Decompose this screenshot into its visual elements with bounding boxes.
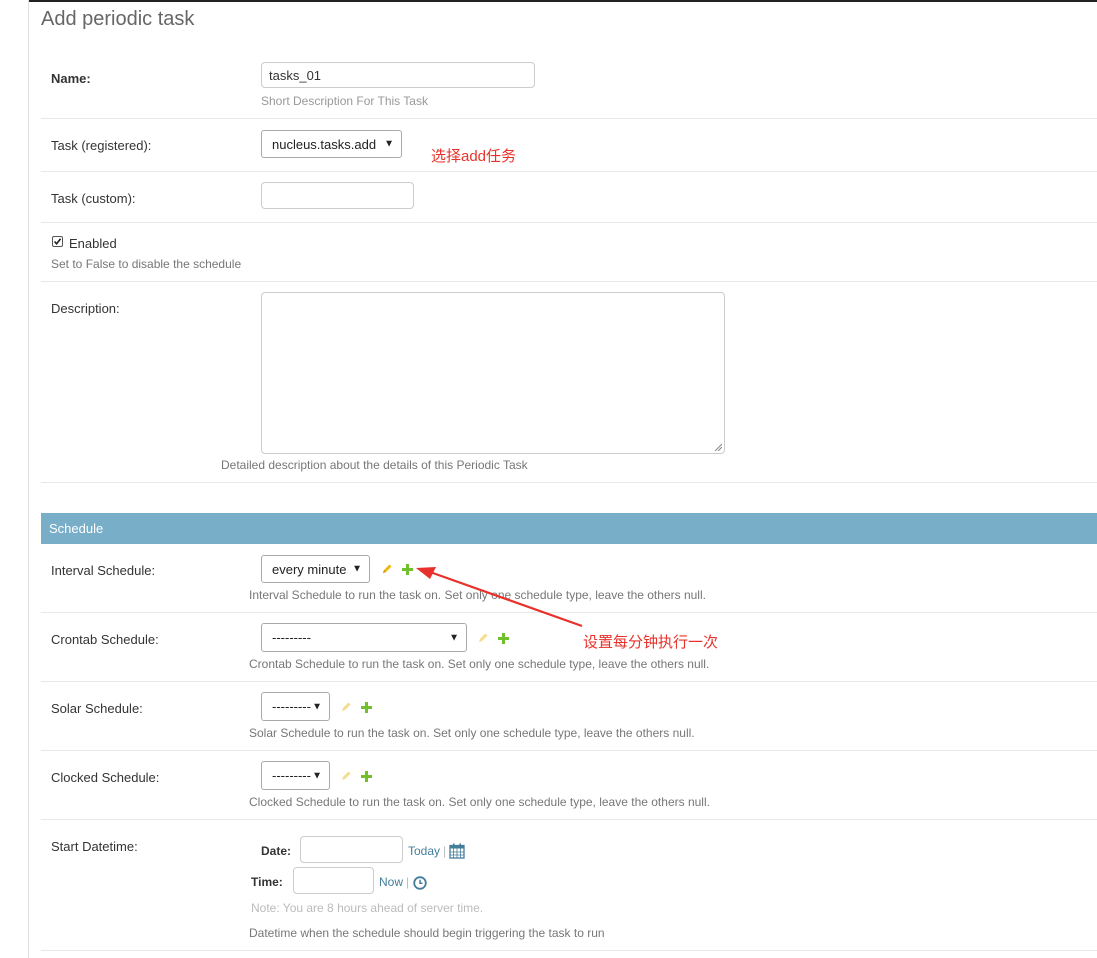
date-label: Date: [261, 844, 292, 858]
crontab-schedule-value: --------- [272, 630, 311, 645]
description-help: Detailed description about the details o… [221, 458, 528, 472]
edit-pencil-icon[interactable] [477, 632, 489, 644]
enabled-help: Set to False to disable the schedule [51, 257, 242, 271]
check-icon [53, 238, 62, 246]
solar-schedule-help: Solar Schedule to run the task on. Set o… [249, 726, 695, 740]
today-link[interactable]: Today [408, 844, 440, 858]
row-divider [41, 482, 1097, 483]
annotation-every-minute: 设置每分钟执行一次 [583, 634, 719, 651]
left-border [28, 0, 29, 958]
caret-down-icon: ▼ [449, 632, 459, 643]
clocked-schedule-value: --------- [272, 768, 311, 783]
description-label: Description: [51, 301, 120, 316]
crontab-schedule-label: Crontab Schedule: [51, 632, 159, 647]
clocked-schedule-select[interactable]: --------- ▼ [261, 761, 330, 790]
start-datetime-help: Datetime when the schedule should begin … [249, 926, 605, 940]
task-registered-label: Task (registered): [51, 138, 152, 153]
interval-schedule-value: every minute [272, 561, 347, 577]
row-divider [41, 950, 1097, 951]
add-plus-icon[interactable] [498, 633, 509, 644]
top-border [28, 0, 1097, 2]
description-textarea[interactable] [261, 292, 725, 454]
enabled-label: Enabled [69, 236, 117, 251]
clocked-schedule-label: Clocked Schedule: [51, 770, 160, 785]
row-divider [41, 681, 1097, 682]
caret-down-icon: ▼ [384, 138, 394, 150]
annotation-select-add: 选择add任务 [431, 148, 517, 165]
start-time-input[interactable] [293, 867, 374, 894]
separator: | [406, 875, 410, 889]
clocked-schedule-help: Clocked Schedule to run the task on. Set… [249, 795, 710, 809]
enabled-checkbox[interactable] [52, 236, 63, 247]
add-plus-icon[interactable] [361, 702, 372, 713]
solar-schedule-select[interactable]: --------- ▼ [261, 692, 330, 721]
caret-down-icon: ▼ [352, 563, 362, 575]
task-registered-value: nucleus.tasks.add [272, 136, 377, 152]
page-title: Add periodic task [41, 8, 195, 30]
name-input[interactable] [261, 62, 535, 88]
crontab-schedule-help: Crontab Schedule to run the task on. Set… [249, 657, 710, 671]
start-datetime-label: Start Datetime: [51, 839, 138, 854]
name-label: Name: [51, 71, 91, 86]
calendar-icon[interactable] [449, 843, 465, 859]
task-custom-label: Task (custom): [51, 191, 136, 206]
server-time-note: Note: You are 8 hours ahead of server ti… [251, 901, 484, 915]
schedule-section-header: Schedule [41, 513, 1097, 544]
interval-schedule-label: Interval Schedule: [51, 563, 156, 578]
clock-icon[interactable] [413, 876, 427, 890]
task-registered-select[interactable]: nucleus.tasks.add ▼ [261, 130, 402, 158]
start-date-input[interactable] [300, 836, 403, 863]
now-link[interactable]: Now [379, 875, 403, 889]
name-help: Short Description For This Task [261, 94, 428, 108]
caret-down-icon: ▼ [312, 770, 322, 781]
row-divider [41, 171, 1097, 172]
row-divider [41, 281, 1097, 282]
solar-schedule-label: Solar Schedule: [51, 701, 143, 716]
separator: | [443, 844, 447, 858]
row-divider [41, 118, 1097, 119]
add-plus-icon[interactable] [361, 771, 372, 782]
edit-pencil-icon[interactable] [340, 701, 352, 713]
row-divider [41, 222, 1097, 223]
edit-pencil-icon[interactable] [381, 563, 393, 575]
schedule-section-title: Schedule [49, 521, 104, 536]
edit-pencil-icon[interactable] [340, 770, 352, 782]
annotation-arrow [416, 567, 583, 628]
task-custom-input[interactable] [261, 182, 414, 209]
row-divider [41, 819, 1097, 820]
solar-schedule-value: --------- [272, 699, 311, 714]
resize-handle-icon[interactable] [714, 443, 722, 451]
row-divider [41, 750, 1097, 751]
time-label: Time: [251, 875, 283, 889]
caret-down-icon: ▼ [312, 701, 322, 712]
interval-schedule-select[interactable]: every minute ▼ [261, 555, 370, 583]
